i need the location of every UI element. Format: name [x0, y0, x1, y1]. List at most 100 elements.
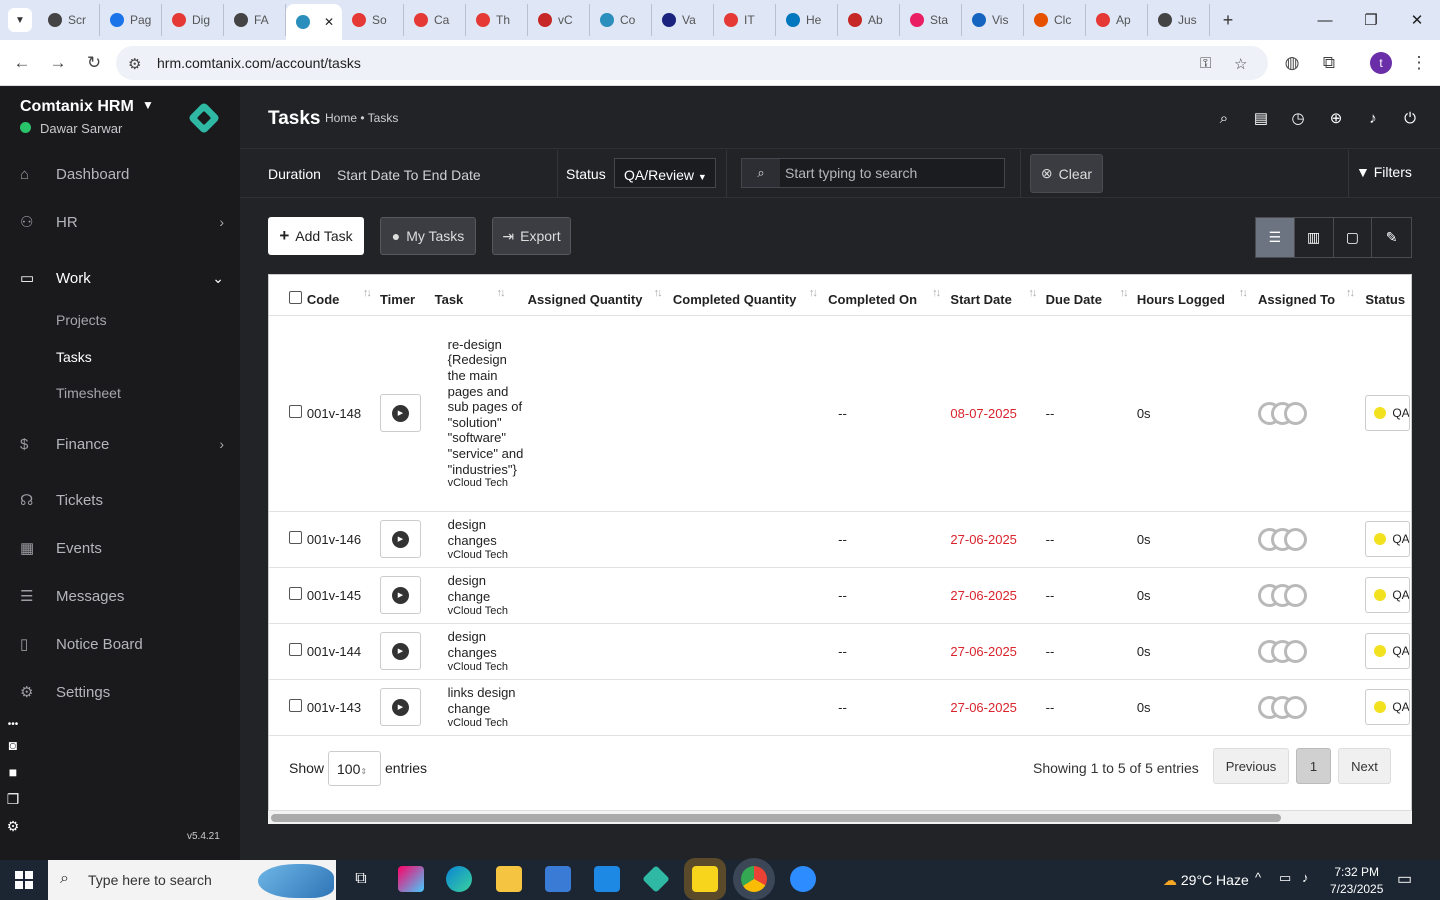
- zoom-icon[interactable]: [790, 866, 816, 892]
- sidebar-item-work[interactable]: ▭ Work ⌄: [0, 262, 240, 294]
- breadcrumb[interactable]: Home • Tasks: [325, 111, 398, 125]
- chevron-down-icon[interactable]: ▼: [142, 98, 154, 112]
- browser-tab[interactable]: Pag: [100, 4, 162, 36]
- sticky-notes-icon[interactable]: [692, 866, 718, 892]
- tab-search-button[interactable]: ▼: [8, 8, 32, 32]
- close-window-button[interactable]: ✕: [1394, 0, 1440, 40]
- url-text[interactable]: hrm.comtanix.com/account/tasks: [157, 55, 361, 71]
- profile-avatar[interactable]: t: [1370, 52, 1392, 74]
- start-timer-button[interactable]: ▶: [379, 576, 421, 614]
- task-code[interactable]: 001v-144: [306, 623, 380, 680]
- tray-chevron-up-icon[interactable]: ^: [1255, 870, 1261, 885]
- back-icon[interactable]: ←: [9, 50, 35, 76]
- status-dropdown[interactable]: QA: [1365, 633, 1411, 669]
- avatar-group[interactable]: [1258, 401, 1365, 425]
- sidebar-item-tasks[interactable]: Tasks: [56, 349, 92, 365]
- column-header[interactable]: Status: [1365, 275, 1411, 316]
- store-icon[interactable]: [545, 866, 571, 892]
- sidebar-item-events[interactable]: ▦ Events: [0, 532, 240, 564]
- browser-tab[interactable]: He: [776, 4, 838, 36]
- translate-icon[interactable]: ◍: [1279, 50, 1305, 76]
- browser-tab[interactable]: Va: [652, 4, 714, 36]
- brand-name[interactable]: Comtanix HRM: [20, 98, 134, 116]
- search-input[interactable]: [780, 159, 1004, 187]
- task-code[interactable]: 001v-143: [306, 679, 380, 736]
- edge-icon[interactable]: [446, 866, 472, 892]
- clear-button[interactable]: ⊗ Clear: [1030, 154, 1103, 193]
- duration-date-range[interactable]: Start Date To End Date: [337, 167, 481, 183]
- export-button[interactable]: ⇥ Export: [492, 217, 571, 255]
- row-checkbox[interactable]: [269, 511, 307, 568]
- search-icon[interactable]: ⌕: [1213, 107, 1235, 129]
- browser-menu-icon[interactable]: ⋮: [1406, 50, 1432, 76]
- row-checkbox[interactable]: [269, 623, 307, 680]
- sidebar-item-notice-board[interactable]: ▯ Notice Board: [0, 628, 240, 660]
- sidebar-item-hr[interactable]: ⚇ HR ›: [0, 206, 240, 238]
- column-header[interactable]: Completed On ↑↓: [828, 275, 951, 316]
- browser-tab[interactable]: Ap: [1086, 4, 1148, 36]
- browser-tab[interactable]: Jus: [1148, 4, 1210, 36]
- browser-tab[interactable]: ✕: [286, 4, 342, 40]
- copilot-icon[interactable]: [398, 866, 424, 892]
- next-page-button[interactable]: Next: [1338, 748, 1391, 784]
- entries-select[interactable]: 100⇕: [328, 751, 381, 786]
- more-tools-icon[interactable]: •••: [0, 716, 26, 732]
- add-task-button[interactable]: + Add Task: [268, 217, 364, 255]
- sidebar-item-finance[interactable]: $ Finance ›: [0, 428, 240, 460]
- browser-tab[interactable]: Co: [590, 4, 652, 36]
- settings-icon[interactable]: ⚙: [0, 814, 26, 838]
- start-timer-button[interactable]: ▶: [379, 520, 421, 558]
- bell-icon[interactable]: ♪: [1362, 107, 1384, 129]
- select-all-checkbox[interactable]: [269, 275, 307, 316]
- close-tab-icon[interactable]: ✕: [324, 15, 334, 29]
- horizontal-scrollbar[interactable]: [268, 810, 1412, 824]
- column-header[interactable]: Task ↑↓: [434, 275, 528, 316]
- task-code[interactable]: 001v-148: [306, 315, 380, 512]
- sidebar-item-tickets[interactable]: ☊ Tickets: [0, 484, 240, 516]
- omnibox[interactable]: ⚙ hrm.comtanix.com/account/tasks ⚿ ☆: [116, 46, 1268, 80]
- reload-icon[interactable]: ↻: [81, 50, 107, 76]
- task-name[interactable]: design changes: [448, 629, 528, 660]
- pin-icon[interactable]: ✎: [1372, 218, 1411, 257]
- column-header[interactable]: Due Date ↑↓: [1045, 275, 1137, 316]
- avatar-group[interactable]: [1258, 639, 1365, 663]
- avatar-group[interactable]: [1258, 583, 1365, 607]
- start-timer-button[interactable]: ▶: [379, 632, 421, 670]
- camera-icon[interactable]: ◙: [0, 733, 26, 757]
- browser-tab[interactable]: So: [342, 4, 404, 36]
- power-icon[interactable]: ⏻: [1399, 107, 1421, 129]
- site-info-icon[interactable]: ⚙: [128, 55, 141, 73]
- column-header[interactable]: Start Date ↑↓: [950, 275, 1046, 316]
- sidebar-item-timesheet[interactable]: Timesheet: [56, 385, 121, 401]
- previous-page-button[interactable]: Previous: [1213, 748, 1289, 784]
- clock-widget[interactable]: 7:32 PM 7/23/2025: [1330, 864, 1383, 898]
- filters-button[interactable]: ▼ Filters: [1356, 164, 1412, 180]
- avatar-group[interactable]: [1258, 527, 1365, 551]
- column-header[interactable]: Completed Quantity ↑↓: [672, 275, 829, 316]
- volume-icon[interactable]: ♪: [1302, 870, 1309, 885]
- task-name[interactable]: links design change: [448, 685, 528, 716]
- notifications-icon[interactable]: ▭: [1397, 869, 1412, 889]
- password-key-icon[interactable]: ⚿: [1200, 55, 1211, 72]
- status-dropdown[interactable]: QA: [1365, 577, 1411, 613]
- task-name[interactable]: design changes: [448, 517, 528, 548]
- screens-icon[interactable]: ❐: [0, 787, 26, 811]
- browser-tab[interactable]: Th: [466, 4, 528, 36]
- browser-tab[interactable]: Sta: [900, 4, 962, 36]
- task-name[interactable]: re-design {Redesign the main pages and s…: [448, 337, 528, 477]
- sidebar-item-settings[interactable]: ⚙ Settings: [0, 676, 240, 708]
- avatar-group[interactable]: [1258, 695, 1365, 719]
- network-icon[interactable]: ▭: [1279, 870, 1291, 886]
- list-view-icon[interactable]: ☰: [1256, 218, 1295, 257]
- browser-tab[interactable]: FA: [224, 4, 286, 36]
- sidebar-item-messages[interactable]: ☰ Messages: [0, 580, 240, 612]
- task-name[interactable]: design change: [448, 573, 528, 604]
- browser-tab[interactable]: Clc: [1024, 4, 1086, 36]
- status-dropdown[interactable]: QA: [1365, 521, 1411, 557]
- mail-icon[interactable]: [594, 866, 620, 892]
- browser-tab[interactable]: Dig: [162, 4, 224, 36]
- bookmark-star-icon[interactable]: ☆: [1234, 55, 1247, 73]
- chrome-icon[interactable]: [741, 866, 767, 892]
- row-checkbox[interactable]: [269, 315, 307, 512]
- task-view-icon[interactable]: ⧉: [348, 866, 374, 892]
